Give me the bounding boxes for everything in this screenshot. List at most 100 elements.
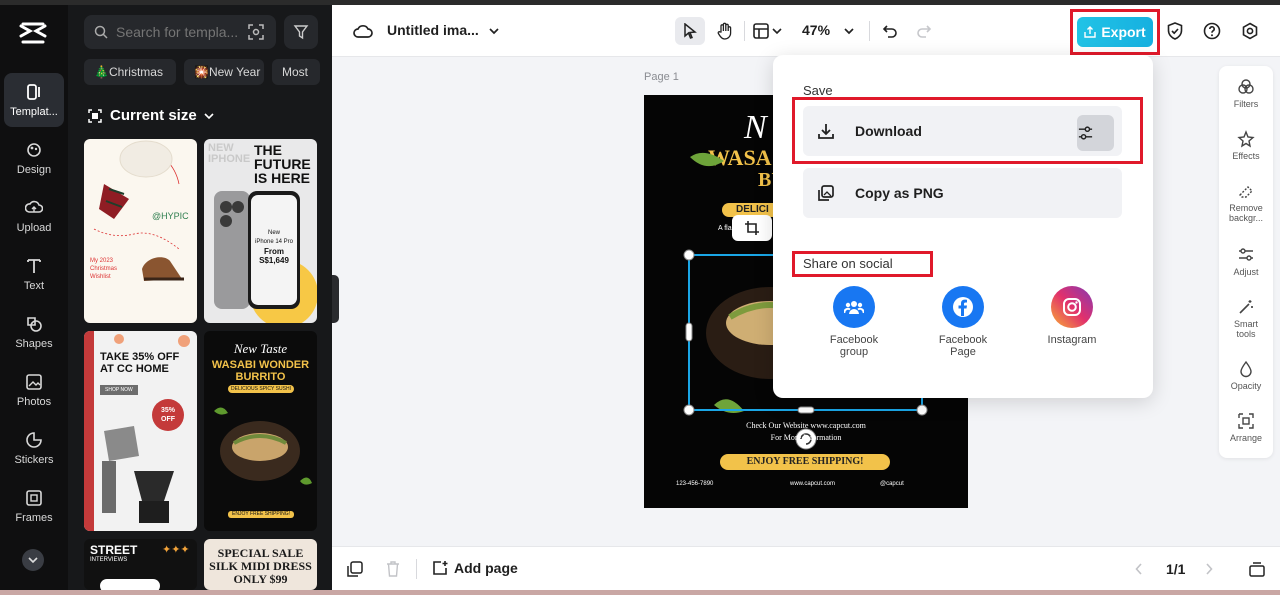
template-search-box[interactable]: [84, 15, 276, 49]
hand-icon: [717, 22, 732, 40]
delete-page-button[interactable]: [384, 560, 402, 578]
template-thumb-christmas-wishlist[interactable]: @HYPIC My 2023 Christmas Wishlist: [84, 139, 197, 323]
filter-icon: [293, 25, 309, 40]
rail-item-frames[interactable]: Frames: [4, 479, 64, 533]
document-title[interactable]: Untitled ima...: [387, 22, 479, 38]
top-toolbar: Untitled ima... 47% Export: [332, 5, 1280, 57]
tool-adjust[interactable]: Adjust: [1219, 246, 1273, 277]
redo-button[interactable]: [912, 19, 936, 43]
template-thumb-iphone[interactable]: NEW IPHONE THE FUTURE IS HERE New iPhone…: [204, 139, 317, 323]
thumb-text: INTERVIEWS: [90, 557, 128, 563]
arrange-layers-icon: [1238, 413, 1254, 429]
hand-tool-button[interactable]: [710, 17, 740, 45]
photos-icon: [26, 373, 42, 390]
export-icon: [1084, 26, 1097, 38]
page-manager-button[interactable]: [1248, 560, 1266, 578]
template-thumb-silk-dress-sale[interactable]: SPECIAL SALE SILK MIDI DRESS ONLY $99: [204, 539, 317, 590]
tool-arrange[interactable]: Arrange: [1219, 412, 1273, 443]
prev-page-button[interactable]: [1132, 561, 1146, 577]
rail-item-label: Design: [16, 163, 52, 176]
zoom-chevron-down-icon[interactable]: [842, 25, 856, 37]
rail-item-design[interactable]: Design: [4, 131, 64, 185]
add-page-button[interactable]: Add page: [432, 560, 518, 576]
text-icon: [27, 258, 41, 273]
thumb-text: ENJOY FREE SHIPPING!: [228, 511, 294, 518]
layout-icon: [753, 23, 782, 39]
share-instagram[interactable]: Instagram: [1032, 286, 1112, 346]
rail-item-label: Shapes: [15, 337, 53, 350]
instagram-icon: [1051, 286, 1093, 328]
copy-image-icon: [818, 185, 834, 201]
template-filter-button[interactable]: [284, 15, 318, 49]
shield-button[interactable]: [1164, 20, 1186, 42]
chip-christmas[interactable]: 🎄Christmas: [84, 59, 176, 85]
opacity-drop-icon: [1240, 360, 1252, 378]
cloud-save-icon[interactable]: [352, 21, 374, 41]
rail-item-templates[interactable]: Templat...: [4, 73, 64, 127]
crop-button[interactable]: [732, 215, 772, 241]
rail-more-button[interactable]: [22, 549, 44, 571]
image-search-icon[interactable]: [248, 24, 264, 40]
chevron-right-icon: [1206, 563, 1213, 575]
rail-item-stickers[interactable]: Stickers: [4, 421, 64, 475]
copy-as-png-option[interactable]: Copy as PNG: [803, 168, 1122, 218]
frames-icon: [26, 489, 42, 506]
template-thumb-cc-home-sale[interactable]: TAKE 35% OFF AT CC HOME SHOP NOW 35% OFF: [84, 331, 197, 531]
undo-button[interactable]: [878, 19, 902, 43]
template-search-input[interactable]: [116, 24, 246, 40]
rail-item-upload[interactable]: Upload: [4, 189, 64, 243]
settings-button[interactable]: [1239, 20, 1261, 42]
tool-remove-background[interactable]: Remove backgr...: [1219, 182, 1273, 223]
bottom-bar: Add page 1/1: [332, 546, 1280, 590]
rail-item-photos[interactable]: Photos: [4, 363, 64, 417]
tool-filters[interactable]: Filters: [1219, 78, 1273, 109]
chip-new-year[interactable]: 🎇New Year: [184, 59, 264, 85]
current-size-dropdown[interactable]: Current size: [88, 107, 215, 124]
search-icon: [94, 25, 108, 39]
design-icon: [27, 142, 41, 157]
export-button[interactable]: Export: [1077, 17, 1153, 47]
rail-item-label: Upload: [16, 221, 52, 234]
select-tool-button[interactable]: [675, 17, 705, 45]
share-facebook-group[interactable]: Facebook group: [814, 286, 894, 358]
gear-icon: [1242, 22, 1258, 40]
artboard-handle: @capcut: [880, 481, 904, 487]
tool-smart-tools[interactable]: Smart tools: [1219, 298, 1273, 339]
rail-item-shapes[interactable]: Shapes: [4, 305, 64, 359]
title-chevron-down-icon[interactable]: [487, 25, 501, 37]
duplicate-page-button[interactable]: [346, 560, 364, 578]
save-heading: Save: [803, 83, 833, 98]
template-thumb-wasabi-burrito[interactable]: New Taste WASABI WONDER BURRITO DELICIOU…: [204, 331, 317, 531]
help-button[interactable]: [1201, 20, 1223, 42]
stickers-icon: [26, 431, 42, 448]
facebook-group-icon: [833, 286, 875, 328]
right-tools-panel: Filters Effects Remove backgr... Adjust …: [1219, 66, 1273, 458]
rail-item-label: Stickers: [14, 453, 54, 466]
panel-collapse-handle[interactable]: [332, 275, 339, 323]
thumb-headline: STREET: [90, 543, 138, 557]
zoom-level[interactable]: 47%: [802, 22, 830, 38]
thumb-text: @HYPIC: [152, 211, 189, 221]
download-option[interactable]: Download: [803, 106, 1122, 156]
download-settings-button[interactable]: [1077, 115, 1114, 151]
social-label: Facebook group: [829, 334, 879, 358]
tool-effects[interactable]: Effects: [1219, 130, 1273, 161]
artboard-phone: 123-456-7890: [676, 481, 714, 487]
artboard-shipping-banner: ENJOY FREE SHIPPING!: [720, 454, 890, 470]
facebook-icon: [942, 286, 984, 328]
download-icon: [818, 124, 834, 139]
burrito-graphic: [214, 407, 312, 485]
toolbar-separator: [744, 21, 745, 41]
tool-label: Adjust: [1233, 267, 1259, 277]
template-thumb-street-interviews[interactable]: STREET ✦✦✦ INTERVIEWS: [84, 539, 197, 590]
filters-icon: [1238, 79, 1254, 94]
artboard-site: www.capcut.com: [790, 481, 836, 487]
shapes-icon: [27, 316, 42, 332]
rail-item-text[interactable]: Text: [4, 247, 64, 301]
tool-opacity[interactable]: Opacity: [1219, 360, 1273, 391]
share-facebook-page[interactable]: Facebook Page: [923, 286, 1003, 358]
add-page-icon: [433, 561, 448, 575]
chip-most[interactable]: Most: [272, 59, 320, 85]
layout-dropdown-button[interactable]: [750, 17, 786, 45]
next-page-button[interactable]: [1202, 561, 1216, 577]
